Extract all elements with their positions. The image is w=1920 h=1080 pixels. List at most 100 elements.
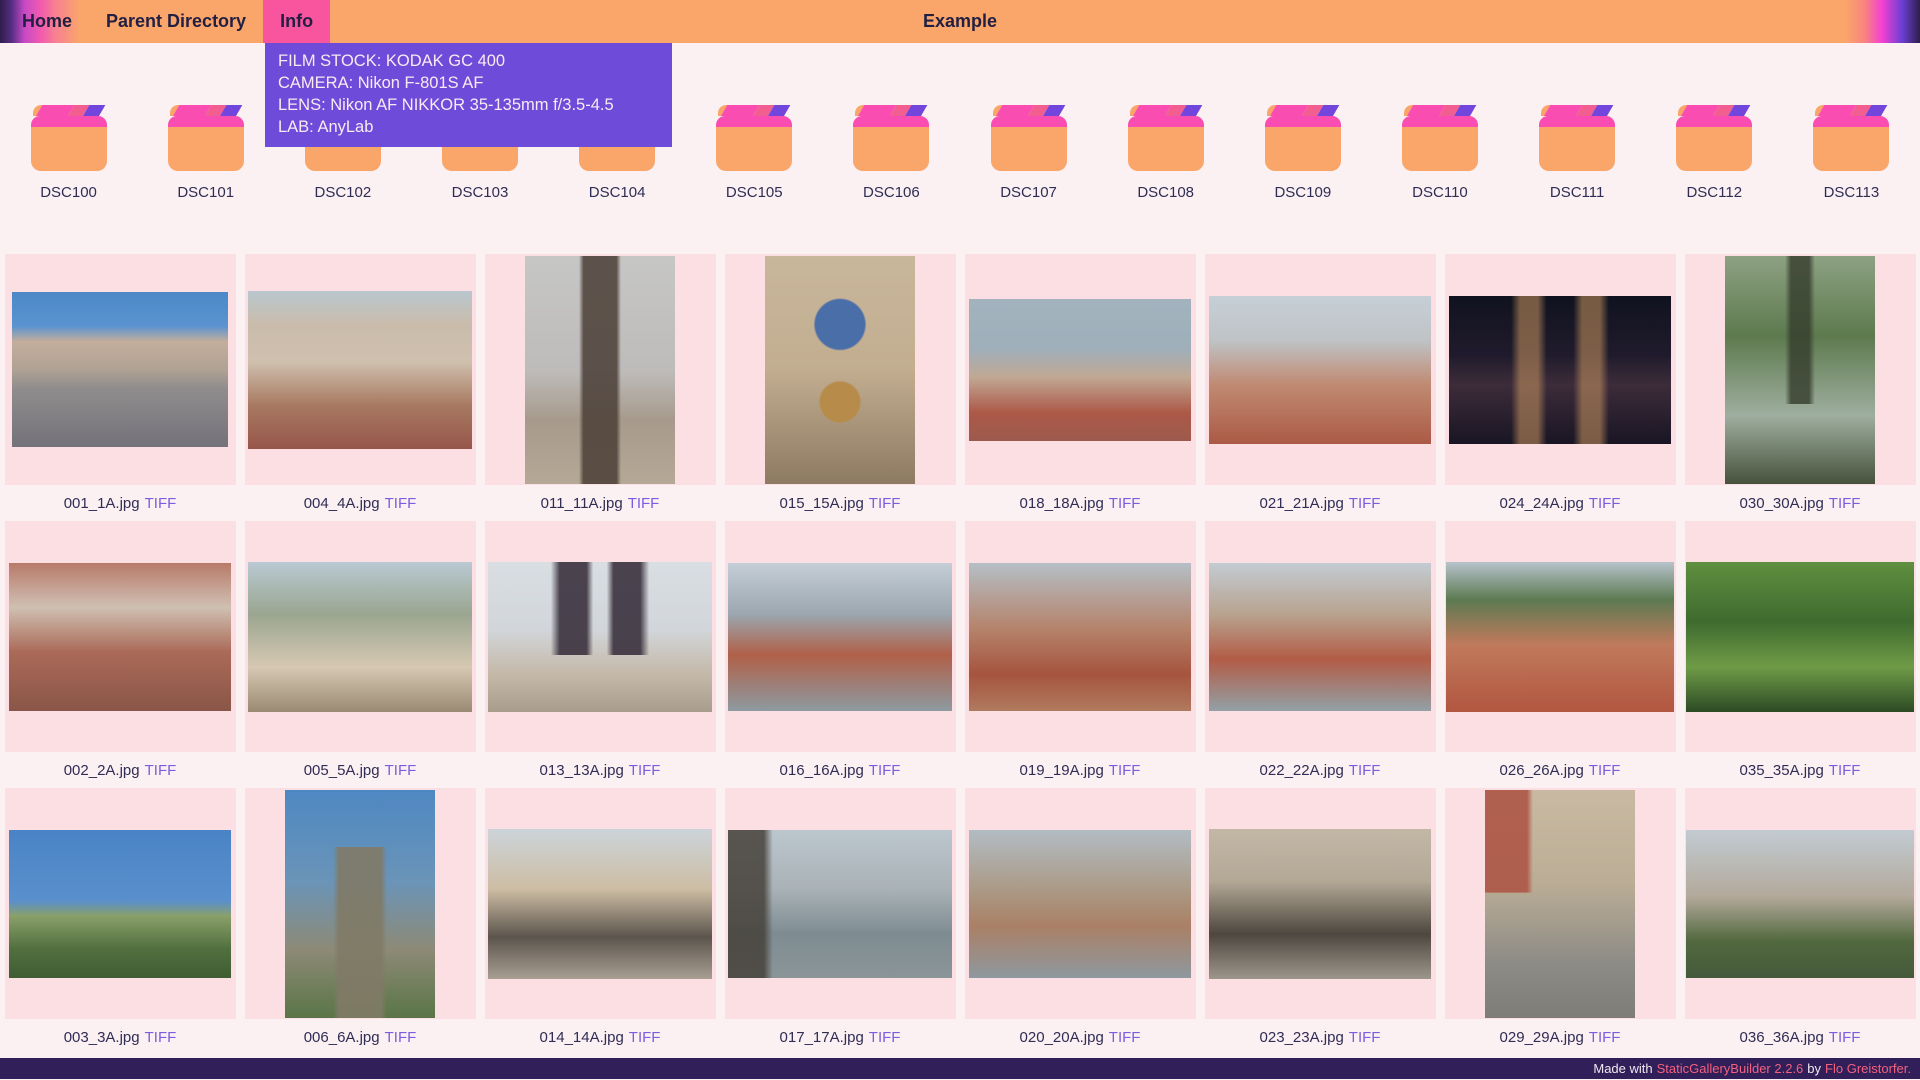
tiff-link[interactable]: TIFF [385, 495, 417, 512]
photo-filename: 017_17A.jpg [780, 1029, 864, 1046]
tiff-link[interactable]: TIFF [1349, 1029, 1381, 1046]
photo-filename: 021_21A.jpg [1260, 495, 1344, 512]
folder-item[interactable]: DSC109 [1248, 105, 1358, 201]
photo-caption: 002_2A.jpg TIFF [64, 752, 177, 788]
photo-thumbnail[interactable] [1209, 829, 1431, 979]
tiff-link[interactable]: TIFF [1829, 1029, 1861, 1046]
photo-thumbnail[interactable] [1449, 296, 1671, 444]
photo-thumbnail[interactable] [9, 830, 231, 978]
gallery-cell: 003_3A.jpg TIFF [0, 788, 240, 1055]
footer-builder-link[interactable]: StaticGalleryBuilder 2.2.6 [1657, 1061, 1804, 1076]
tiff-link[interactable]: TIFF [1109, 762, 1141, 779]
folder-label: DSC110 [1412, 184, 1468, 201]
photo-thumbnail[interactable] [12, 292, 228, 447]
tiff-link[interactable]: TIFF [629, 1029, 661, 1046]
folder-label: DSC111 [1550, 184, 1604, 201]
tiff-link[interactable]: TIFF [1589, 1029, 1621, 1046]
photo-thumbnail[interactable] [728, 830, 952, 978]
footer-author-link[interactable]: Flo Greistorfer. [1825, 1061, 1911, 1076]
folder-label: DSC102 [314, 184, 371, 201]
photo-card [245, 254, 476, 485]
tiff-link[interactable]: TIFF [1109, 1029, 1141, 1046]
photo-filename: 029_29A.jpg [1500, 1029, 1584, 1046]
photo-thumbnail[interactable] [488, 829, 712, 979]
tiff-link[interactable]: TIFF [869, 762, 901, 779]
photo-thumbnail[interactable] [488, 562, 712, 712]
folder-item[interactable]: DSC105 [699, 105, 809, 201]
tiff-link[interactable]: TIFF [385, 762, 417, 779]
photo-thumbnail[interactable] [1686, 830, 1914, 978]
photo-caption: 030_30A.jpg TIFF [1740, 485, 1861, 521]
tiff-link[interactable]: TIFF [385, 1029, 417, 1046]
folder-item[interactable]: DSC108 [1111, 105, 1221, 201]
photo-thumbnail[interactable] [1209, 296, 1431, 444]
photo-thumbnail[interactable] [728, 563, 952, 711]
tiff-link[interactable]: TIFF [629, 762, 661, 779]
photo-card [725, 788, 956, 1019]
photo-card [965, 788, 1196, 1019]
folder-tabs-decoration [716, 105, 792, 116]
tiff-link[interactable]: TIFF [1109, 495, 1141, 512]
photo-thumbnail[interactable] [248, 562, 472, 712]
tiff-link[interactable]: TIFF [628, 495, 660, 512]
tiff-link[interactable]: TIFF [145, 762, 177, 779]
photo-thumbnail[interactable] [9, 563, 231, 711]
photo-thumbnail[interactable] [1725, 256, 1875, 484]
photo-thumbnail[interactable] [969, 563, 1191, 711]
folder-tabs-decoration [1128, 105, 1204, 116]
photo-thumbnail[interactable] [1446, 562, 1674, 712]
photo-caption: 015_15A.jpg TIFF [780, 485, 901, 521]
tiff-link[interactable]: TIFF [869, 1029, 901, 1046]
photo-thumbnail[interactable] [248, 291, 472, 449]
tiff-link[interactable]: TIFF [145, 495, 177, 512]
folder-item[interactable]: DSC101 [151, 105, 261, 201]
photo-filename: 035_35A.jpg [1740, 762, 1824, 779]
nav-info-tab[interactable]: Info [263, 0, 330, 43]
folder-icon [853, 105, 929, 171]
folder-icon [1813, 105, 1889, 171]
photo-filename: 014_14A.jpg [540, 1029, 624, 1046]
tiff-link[interactable]: TIFF [1349, 762, 1381, 779]
photo-filename: 023_23A.jpg [1260, 1029, 1344, 1046]
folder-item[interactable]: DSC111 [1522, 105, 1632, 201]
tiff-link[interactable]: TIFF [1829, 495, 1861, 512]
tiff-link[interactable]: TIFF [1589, 762, 1621, 779]
photo-thumbnail[interactable] [765, 256, 915, 484]
folder-label: DSC104 [589, 184, 646, 201]
gallery-cell: 006_6A.jpg TIFF [240, 788, 480, 1055]
nav-parent-directory[interactable]: Parent Directory [89, 0, 263, 43]
tiff-link[interactable]: TIFF [1349, 495, 1381, 512]
photo-thumbnail[interactable] [1209, 563, 1431, 711]
folder-tabs-decoration [168, 105, 244, 116]
photo-card [485, 254, 716, 485]
folder-item[interactable]: DSC100 [14, 105, 124, 201]
tiff-link[interactable]: TIFF [1829, 762, 1861, 779]
photo-thumbnail[interactable] [969, 299, 1191, 441]
footer-made-with: Made with [1593, 1061, 1652, 1076]
photo-thumbnail[interactable] [285, 790, 435, 1018]
gallery-cell: 023_23A.jpg TIFF [1200, 788, 1440, 1055]
photo-thumbnail[interactable] [1686, 562, 1914, 712]
tiff-link[interactable]: TIFF [869, 495, 901, 512]
photo-thumbnail[interactable] [969, 830, 1191, 978]
folder-item[interactable]: DSC110 [1385, 105, 1495, 201]
photo-filename: 030_30A.jpg [1740, 495, 1824, 512]
folder-label: DSC108 [1137, 184, 1194, 201]
folder-item[interactable]: DSC112 [1659, 105, 1769, 201]
photo-thumbnail[interactable] [1485, 790, 1635, 1018]
folder-label: DSC109 [1274, 184, 1331, 201]
folder-item[interactable]: DSC107 [974, 105, 1084, 201]
folder-icon [168, 105, 244, 171]
footer: Made with StaticGalleryBuilder 2.2.6 by … [0, 1058, 1920, 1079]
tiff-link[interactable]: TIFF [145, 1029, 177, 1046]
photo-caption: 024_24A.jpg TIFF [1500, 485, 1621, 521]
photo-filename: 016_16A.jpg [780, 762, 864, 779]
photo-thumbnail[interactable] [525, 256, 675, 484]
gallery-cell: 026_26A.jpg TIFF [1440, 521, 1680, 788]
photo-caption: 018_18A.jpg TIFF [1020, 485, 1141, 521]
photo-card [1205, 254, 1436, 485]
folder-item[interactable]: DSC106 [836, 105, 946, 201]
tiff-link[interactable]: TIFF [1589, 495, 1621, 512]
folder-item[interactable]: DSC113 [1796, 105, 1906, 201]
nav-home[interactable]: Home [5, 0, 89, 43]
